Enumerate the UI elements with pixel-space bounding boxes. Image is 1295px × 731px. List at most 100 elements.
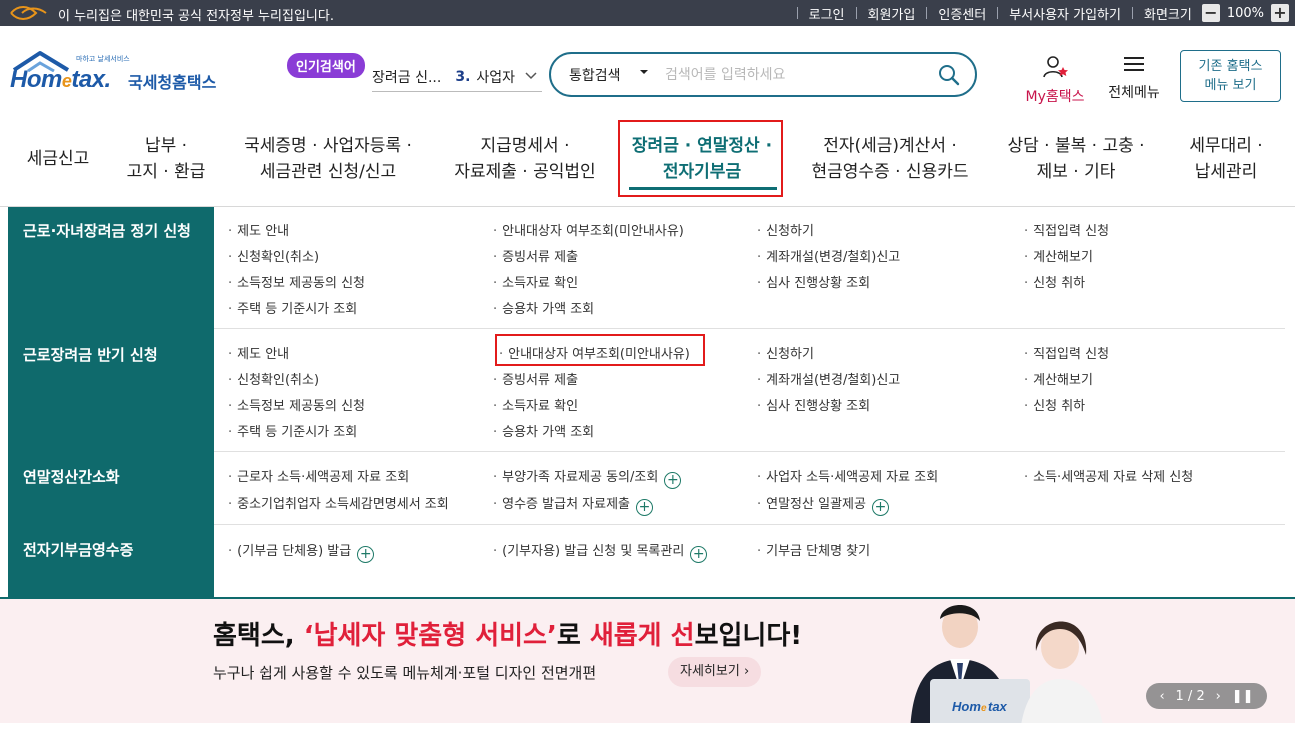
zoom-out-button[interactable]: −: [1201, 4, 1220, 22]
all-menu-label: 전체메뉴: [1108, 85, 1160, 101]
signup-link[interactable]: 회원가입: [868, 4, 916, 23]
mega-link[interactable]: 계좌개설(변경/철회)신고: [757, 246, 900, 265]
gnb-e-invoice[interactable]: 전자(세금)계산서 · 현금영수증 · 신용카드: [812, 133, 969, 185]
mega-link[interactable]: 주택 등 기준시가 조회: [228, 421, 357, 440]
banner-more-button[interactable]: 자세히보기 ›: [668, 657, 762, 687]
mega-group-heading[interactable]: 근로·자녀장려금 정기 신청: [23, 220, 191, 241]
cert-center-link[interactable]: 인증센터: [938, 4, 986, 23]
plus-circle-icon[interactable]: +: [357, 546, 375, 563]
mega-link[interactable]: 신청 취하: [1024, 272, 1085, 291]
mega-link[interactable]: 심사 진행상황 조회: [757, 272, 870, 291]
mega-link[interactable]: 증빙서류 제출: [493, 369, 578, 388]
search-icon[interactable]: [937, 63, 961, 87]
mega-link[interactable]: 신청확인(취소): [228, 246, 319, 265]
mega-link[interactable]: 신청확인(취소): [228, 369, 319, 388]
mega-group-heading[interactable]: 근로장려금 반기 신청: [23, 344, 158, 365]
gnb-payment[interactable]: 납부 · 고지 · 환급: [127, 133, 206, 185]
page-bottom-strip: [0, 723, 1295, 731]
banner-title: 홈택스, ‘납세자 맞춤형 서비스’로 새롭게 선보입니다!: [213, 621, 803, 651]
caret-down-icon[interactable]: [639, 67, 649, 77]
pause-icon[interactable]: ❚❚: [1232, 689, 1254, 704]
banner-people-illustration: Hom e tax: [910, 605, 1104, 731]
promo-banner[interactable]: 홈택스, ‘납세자 맞춤형 서비스’로 새롭게 선보입니다! 누구나 쉽게 사용…: [0, 597, 1295, 731]
popular-search-badge: 인기검색어: [287, 53, 365, 78]
popular-search-rolling[interactable]: 장려금 신... 3. 사업자: [372, 62, 542, 92]
mega-link[interactable]: 승용차 가액 조회: [493, 298, 594, 317]
mega-link[interactable]: (기부자용) 발급 신청 및 목록관리+: [493, 540, 708, 563]
mega-link[interactable]: 심사 진행상황 조회: [757, 395, 870, 414]
logo-wordmark: Hometax.: [10, 66, 111, 93]
login-link[interactable]: 로그인: [809, 4, 845, 23]
plus-circle-icon[interactable]: +: [690, 546, 708, 563]
hometax-logo[interactable]: 마하고 날세서비스 Hometax. 국세청홈택스: [10, 50, 225, 102]
mega-link[interactable]: 기부금 단체명 찾기: [757, 540, 870, 559]
plus-circle-icon[interactable]: +: [664, 472, 682, 489]
plus-circle-icon[interactable]: +: [636, 499, 654, 516]
old-view-line2: 메뉴 보기: [1204, 78, 1257, 93]
hamburger-menu-icon: [1124, 57, 1144, 71]
utility-links: 로그인 회원가입 인증센터 부서사용자 가입하기 화면크기 − 100% +: [786, 0, 1295, 26]
mega-link[interactable]: 안내대상자 여부조회(미안내사유): [493, 220, 684, 239]
my-hometax-label: My홈택스: [1025, 89, 1085, 105]
mega-link[interactable]: 연말정산 일괄제공+: [757, 493, 889, 516]
mega-link[interactable]: 사업자 소득·세액공제 자료 조회: [757, 466, 938, 485]
screen-size-label: 화면크기: [1143, 7, 1192, 23]
mega-link[interactable]: (기부금 단체용) 발급+: [228, 540, 375, 563]
mega-link[interactable]: 제도 안내: [228, 343, 289, 362]
mega-link[interactable]: 직접입력 신청: [1024, 220, 1109, 239]
gov-emblem-icon: [10, 6, 47, 20]
mega-link[interactable]: 직접입력 신청: [1024, 343, 1109, 362]
gov-notice-bar: 이 누리집은 대한민국 공식 전자정부 누리집입니다. 로그인 회원가입 인증센…: [0, 0, 1295, 26]
gnb-certificates[interactable]: 국세증명 · 사업자등록 · 세금관련 신청/신고: [244, 133, 412, 185]
svg-text:tax: tax: [988, 699, 1008, 714]
gov-notice-text: 이 누리집은 대한민국 공식 전자정부 누리집입니다.: [58, 9, 334, 24]
search-bar: 통합검색: [549, 52, 977, 97]
dept-user-signup-link[interactable]: 부서사용자 가입하기: [1009, 4, 1121, 23]
mega-link[interactable]: 소득자료 확인: [493, 272, 578, 291]
my-hometax-button[interactable]: My홈택스: [1019, 55, 1091, 106]
gnb-payment-statements[interactable]: 지급명세서 · 자료제출 · 공익법인: [454, 133, 595, 185]
popular-rank: 3.: [455, 68, 471, 85]
chevron-left-icon[interactable]: ‹: [1159, 689, 1164, 704]
mega-link[interactable]: 계좌개설(변경/철회)신고: [757, 369, 900, 388]
mega-link[interactable]: 제도 안내: [228, 220, 289, 239]
gnb-incentives-yearend[interactable]: 장려금 · 연말정산 · 전자기부금: [632, 133, 772, 185]
mega-link[interactable]: 근로자 소득·세액공제 자료 조회: [228, 466, 409, 485]
plus-circle-icon[interactable]: +: [871, 499, 889, 516]
zoom-value: 100%: [1226, 5, 1264, 21]
mega-link[interactable]: 중소기업취업자 소득세감면명세서 조회: [228, 493, 449, 512]
mega-link[interactable]: 소득·세액공제 자료 삭제 신청: [1024, 466, 1193, 485]
mega-link[interactable]: 증빙서류 제출: [493, 246, 578, 265]
chevron-right-icon[interactable]: ›: [1216, 689, 1221, 704]
old-menu-view-button[interactable]: 기존 홈택스 메뉴 보기: [1180, 50, 1281, 102]
search-input[interactable]: [665, 62, 925, 88]
active-tab-underline: [629, 187, 777, 190]
zoom-in-button[interactable]: +: [1271, 4, 1289, 22]
svg-text:e: e: [981, 703, 987, 714]
mega-link[interactable]: 신청 취하: [1024, 395, 1085, 414]
mega-link[interactable]: 신청하기: [757, 220, 814, 239]
global-navigation: 세금신고 납부 · 고지 · 환급 국세증명 · 사업자등록 · 세금관련 신청/신…: [0, 118, 1295, 206]
mega-link[interactable]: 소득자료 확인: [493, 395, 578, 414]
user-icon: [1043, 56, 1068, 78]
all-menu-button[interactable]: 전체메뉴: [1103, 55, 1165, 102]
mega-group-heading[interactable]: 연말정산간소화: [23, 466, 120, 487]
mega-group-heading[interactable]: 전자기부금영수증: [23, 539, 133, 560]
old-view-line1: 기존 홈택스: [1198, 59, 1263, 74]
search-scope-select[interactable]: 통합검색: [569, 65, 621, 85]
mega-link[interactable]: 계산해보기: [1024, 246, 1093, 265]
svg-text:Hom: Hom: [952, 699, 981, 714]
mega-link[interactable]: 소득정보 제공동의 신청: [228, 395, 365, 414]
mega-link[interactable]: 영수증 발급처 자료제출+: [493, 493, 654, 516]
mega-link[interactable]: 계산해보기: [1024, 369, 1093, 388]
chevron-down-icon[interactable]: [524, 68, 538, 82]
gnb-consultation[interactable]: 상담 · 불복 · 고충 · 제보 · 기타: [1007, 133, 1144, 185]
mega-link[interactable]: 주택 등 기준시가 조회: [228, 298, 357, 317]
zoom-control: − 100% +: [1201, 4, 1289, 22]
mega-link[interactable]: 소득정보 제공동의 신청: [228, 272, 365, 291]
mega-link[interactable]: 신청하기: [757, 343, 814, 362]
mega-link[interactable]: 부양가족 자료제공 동의/조회+: [493, 466, 682, 489]
gnb-tax-filing[interactable]: 세금신고: [27, 146, 90, 172]
gnb-tax-agent[interactable]: 세무대리 · 납세관리: [1189, 133, 1262, 185]
mega-link[interactable]: 승용차 가액 조회: [493, 421, 594, 440]
